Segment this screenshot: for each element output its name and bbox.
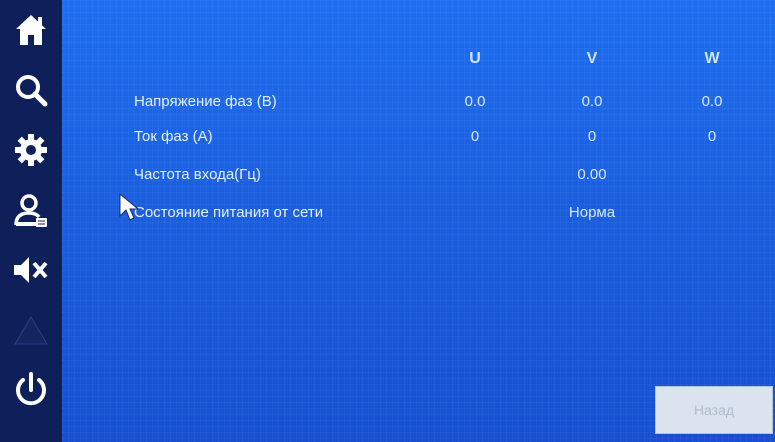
phase-current-label: Ток фаз (А): [134, 128, 213, 145]
status-panel: U V W Напряжение фаз (В) 0.0 0.0 0.0 Ток…: [62, 0, 775, 442]
phase-voltage-v: 0.0: [581, 93, 603, 110]
input-frequency-value: 0.00: [577, 166, 607, 183]
settings-button[interactable]: [0, 120, 62, 180]
user-button[interactable]: [0, 180, 62, 240]
phase-voltage-label: Напряжение фаз (В): [134, 93, 277, 110]
home-button[interactable]: [0, 0, 62, 60]
home-icon: [12, 11, 50, 49]
alarm-button[interactable]: [0, 300, 62, 360]
mains-status-value: Норма: [568, 204, 616, 221]
phase-voltage-u: 0.0: [464, 93, 486, 110]
column-header-u: U: [469, 50, 481, 67]
user-icon: [12, 191, 50, 229]
warning-icon: [12, 311, 50, 349]
screen: U V W Напряжение фаз (В) 0.0 0.0 0.0 Ток…: [0, 0, 775, 442]
column-header-v: V: [586, 50, 598, 67]
gear-icon: [12, 131, 50, 169]
power-icon: [11, 370, 51, 410]
search-icon: [12, 71, 50, 109]
mute-icon: [11, 251, 51, 289]
phase-current-w: 0: [707, 128, 717, 145]
phase-current-v: 0: [587, 128, 597, 145]
phase-current-u: 0: [470, 128, 480, 145]
search-button[interactable]: [0, 60, 62, 120]
back-button[interactable]: Назад: [655, 386, 773, 434]
column-header-w: W: [704, 50, 720, 67]
mute-button[interactable]: [0, 240, 62, 300]
sidebar: [0, 0, 62, 442]
mains-status-label: Состояние питания от сети: [134, 204, 324, 221]
phase-voltage-w: 0.0: [701, 93, 723, 110]
mouse-cursor-icon: [118, 192, 140, 227]
input-frequency-label: Частота входа(Гц): [134, 166, 261, 183]
power-button[interactable]: [0, 360, 62, 420]
